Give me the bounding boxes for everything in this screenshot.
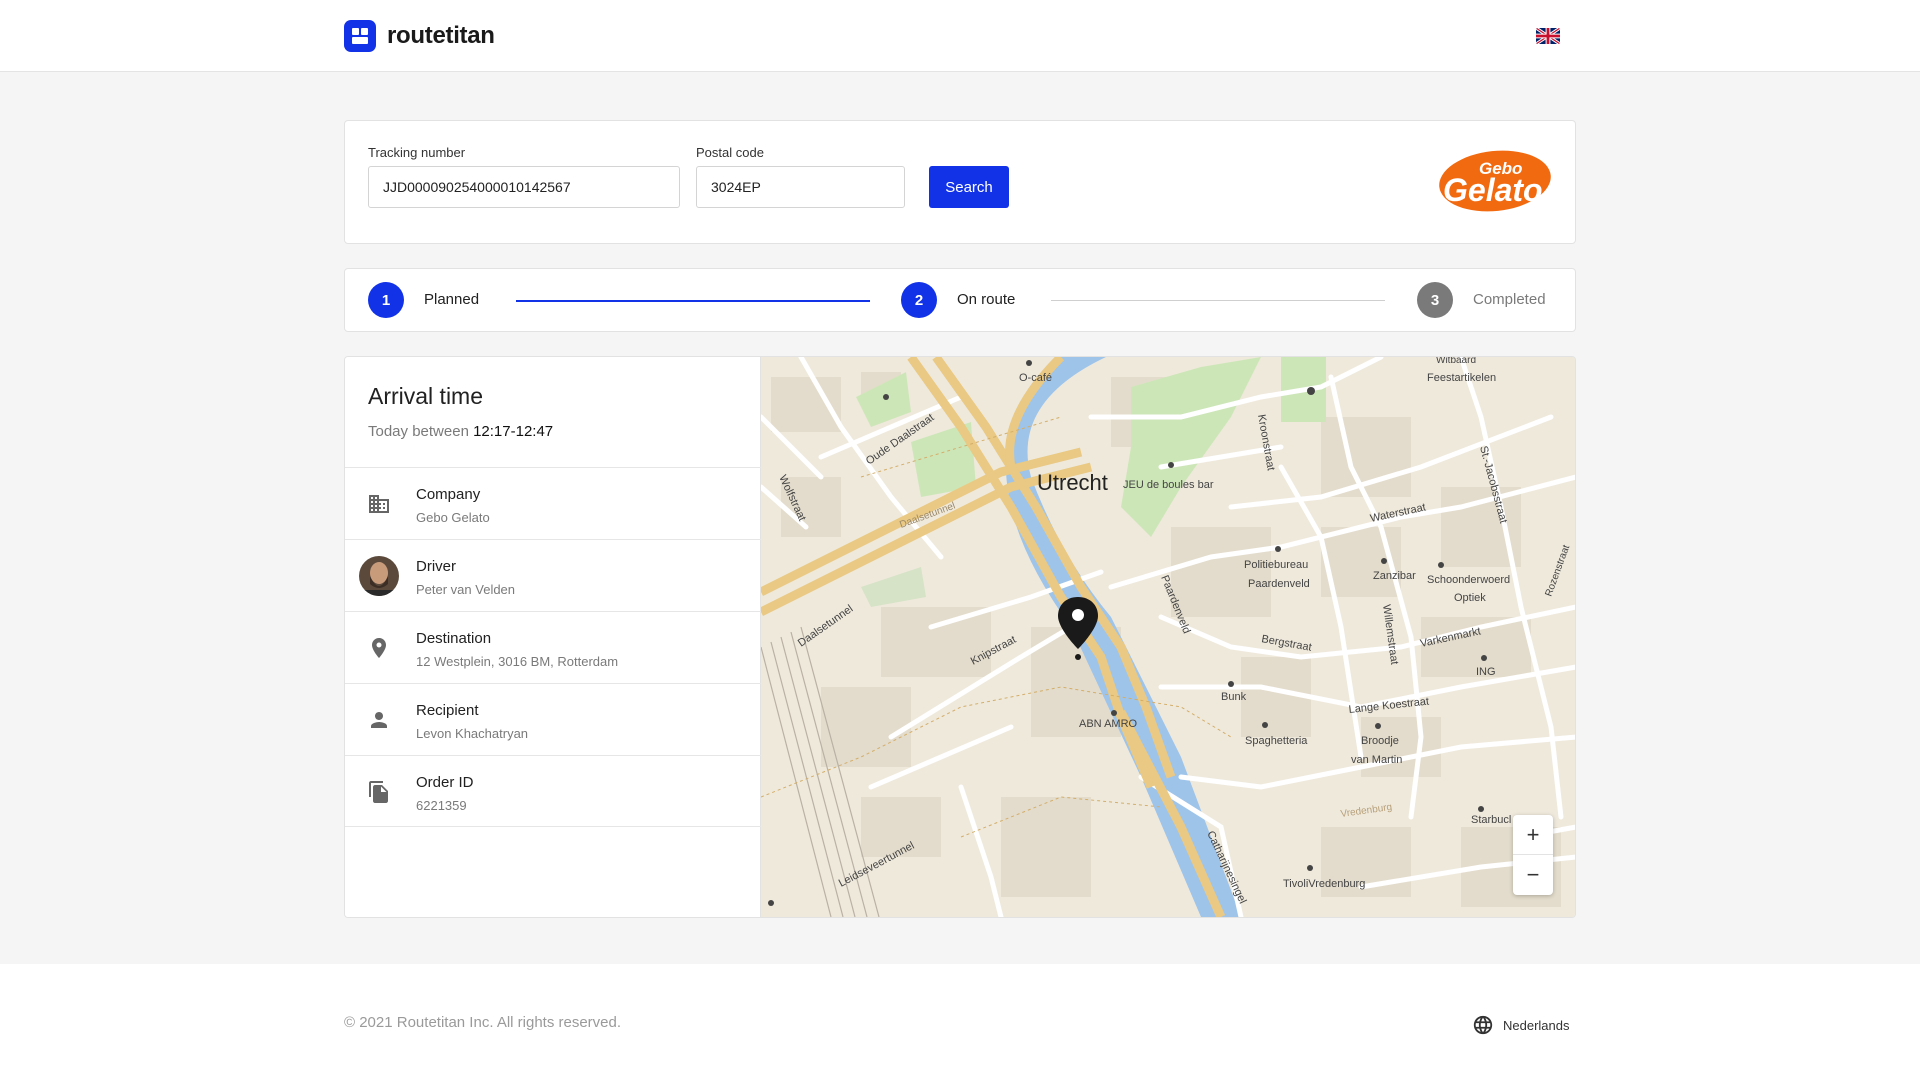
svg-text:Schoonderwoerd: Schoonderwoerd xyxy=(1427,574,1510,586)
step-2-circle: 2 xyxy=(901,282,937,318)
person-icon xyxy=(367,708,391,732)
svg-text:JEU de boules bar: JEU de boules bar xyxy=(1123,479,1214,491)
step-1-circle: 1 xyxy=(368,282,404,318)
arrival-window: Today between 12:17-12:47 xyxy=(368,423,553,440)
postal-code-label: Postal code xyxy=(696,145,764,160)
tracking-number-label: Tracking number xyxy=(368,145,466,160)
order-id-label: Order ID xyxy=(416,774,474,791)
svg-text:Broodje: Broodje xyxy=(1361,735,1399,747)
copyright-text: © 2021 Routetitan Inc. All rights reserv… xyxy=(344,1014,622,1031)
brand-name: routetitan xyxy=(387,22,495,49)
svg-text:Gelato: Gelato xyxy=(1443,172,1543,208)
svg-text:Spaghetteria: Spaghetteria xyxy=(1245,735,1308,747)
recipient-label: Recipient xyxy=(416,702,479,719)
svg-text:Utrecht: Utrecht xyxy=(1037,470,1108,495)
svg-text:Feestartikelen: Feestartikelen xyxy=(1427,372,1496,384)
tracking-number-input[interactable] xyxy=(368,166,680,208)
postal-code-input[interactable] xyxy=(696,166,905,208)
company-value: Gebo Gelato xyxy=(416,510,490,525)
destination-label: Destination xyxy=(416,630,492,647)
info-row-destination: Destination 12 Westplein, 3016 BM, Rotte… xyxy=(345,611,761,683)
order-id-value: 6221359 xyxy=(416,798,467,813)
destination-value: 12 Westplein, 3016 BM, Rotterdam xyxy=(416,654,619,669)
recipient-value: Levon Khachatryan xyxy=(416,726,529,741)
top-header: routetitan xyxy=(0,0,1920,72)
page-footer: © 2021 Routetitan Inc. All rights reserv… xyxy=(0,964,1920,1084)
info-row-driver: Driver Peter van Velden xyxy=(345,539,761,611)
routetitan-logo-icon xyxy=(344,20,376,52)
step-1-label: Planned xyxy=(424,291,480,308)
map-zoom-control: + − xyxy=(1513,815,1553,895)
language-label: Nederlands xyxy=(1503,1017,1570,1033)
svg-text:Politiebureau: Politiebureau xyxy=(1244,559,1308,571)
delivery-progress-stepper: 1 Planned 2 On route 3 Completed xyxy=(344,268,1576,332)
svg-text:TivoliVredenburg: TivoliVredenburg xyxy=(1283,878,1365,890)
info-row-company: Company Gebo Gelato xyxy=(345,467,761,539)
svg-text:Starbucl: Starbucl xyxy=(1471,814,1511,826)
document-icon xyxy=(367,780,391,804)
step-connector-1 xyxy=(516,300,870,302)
svg-text:Paardenveld: Paardenveld xyxy=(1248,578,1310,590)
map-canvas[interactable]: Utrecht O-café Feestartikelen Witbaard J… xyxy=(761,357,1576,917)
delivery-map[interactable]: Utrecht O-café Feestartikelen Witbaard J… xyxy=(761,357,1576,917)
routetitan-logo[interactable]: routetitan xyxy=(344,20,495,52)
delivery-details-card: Arrival time Today between 12:17-12:47 C… xyxy=(344,356,1576,918)
globe-icon xyxy=(1473,1015,1493,1035)
svg-text:Zanzibar: Zanzibar xyxy=(1373,570,1416,582)
location-pin-icon xyxy=(367,636,391,660)
arrival-time-range: 12:17-12:47 xyxy=(473,423,554,440)
svg-text:van Martin: van Martin xyxy=(1351,754,1402,766)
gebo-gelato-logo: Gebo Gelato xyxy=(1437,147,1555,215)
svg-text:O-café: O-café xyxy=(1019,372,1052,384)
delivery-info-panel: Arrival time Today between 12:17-12:47 C… xyxy=(345,357,761,917)
svg-text:ING: ING xyxy=(1476,666,1496,678)
svg-text:ABN AMRO: ABN AMRO xyxy=(1079,718,1138,730)
tracking-search-card: Tracking number Postal code Search Gebo … xyxy=(344,120,1576,244)
uk-flag-icon[interactable] xyxy=(1536,28,1560,44)
language-switcher[interactable]: Nederlands xyxy=(1472,1014,1570,1036)
driver-label: Driver xyxy=(416,558,456,575)
arrival-time-title: Arrival time xyxy=(368,383,484,409)
driver-value: Peter van Velden xyxy=(416,582,516,597)
step-3-circle: 3 xyxy=(1417,282,1453,318)
step-2-label: On route xyxy=(957,291,1016,308)
zoom-out-button[interactable]: − xyxy=(1513,855,1553,895)
step-3-label: Completed xyxy=(1473,291,1546,308)
building-icon xyxy=(367,492,391,516)
info-row-order-id: Order ID 6221359 xyxy=(345,755,761,827)
zoom-in-button[interactable]: + xyxy=(1513,815,1553,855)
arrival-prefix: Today between xyxy=(368,423,469,440)
driver-avatar xyxy=(359,556,399,596)
search-button[interactable]: Search xyxy=(929,166,1009,208)
svg-text:Bunk: Bunk xyxy=(1221,691,1247,703)
info-row-recipient: Recipient Levon Khachatryan xyxy=(345,683,761,755)
svg-text:Optiek: Optiek xyxy=(1454,592,1486,604)
company-label: Company xyxy=(416,486,481,503)
step-connector-2 xyxy=(1051,300,1385,301)
svg-text:Witbaard: Witbaard xyxy=(1436,357,1476,366)
